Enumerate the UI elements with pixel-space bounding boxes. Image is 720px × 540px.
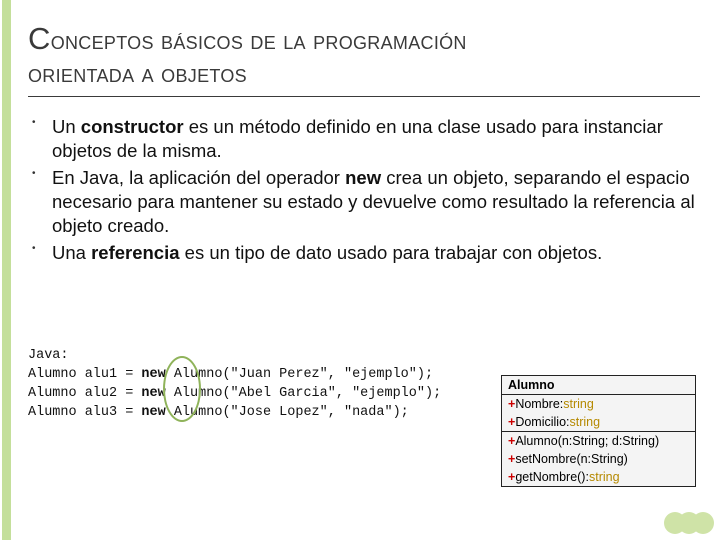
uml-op-ret: string: [589, 470, 620, 484]
uml-op-sig: getNombre(): [515, 470, 585, 484]
uml-attr-type: string: [570, 415, 601, 429]
bullet-text-bold: referencia: [91, 242, 179, 263]
uml-attr-name: Domicilio: [515, 415, 566, 429]
uml-attr-name: Nombre: [515, 397, 559, 411]
uml-class-name: Alumno: [502, 376, 695, 394]
code-line-rhs: Alumno("Abel Garcia", "ejemplo");: [166, 386, 441, 401]
list-item: Una referencia es un tipo de dato usado …: [28, 241, 700, 265]
keyword-new: new: [141, 367, 165, 382]
uml-class-diagram: Alumno +Nombre:string +Domicilio:string …: [501, 375, 696, 487]
title-dropcap: C: [28, 21, 51, 56]
keyword-new: new: [141, 405, 165, 420]
uml-op-row: +getNombre():string: [502, 468, 695, 486]
code-line-rhs: Alumno("Juan Perez", "ejemplo");: [166, 367, 433, 382]
code-line-lhs: Alumno alu1 =: [28, 367, 141, 382]
bullet-text-pre: Un: [52, 116, 81, 137]
code-label: Java:: [28, 348, 69, 363]
uml-attr-row: +Domicilio:string: [502, 413, 695, 431]
uml-op-sig: setNombre(n:String): [515, 452, 628, 466]
bullet-list: Un constructor es un método definido en …: [28, 115, 700, 265]
keyword-new: new: [141, 386, 165, 401]
code-line-rhs: Alumno("Jose Lopez", "nada");: [166, 405, 409, 420]
content-area: Un constructor es un método definido en …: [28, 115, 700, 265]
circle-icon: [692, 512, 714, 534]
code-block: Java: Alumno alu1 = new Alumno("Juan Per…: [28, 347, 441, 423]
uml-op-row: +Alumno(n:String; d:String): [502, 431, 695, 450]
bullet-text-pre: Una: [52, 242, 91, 263]
list-item: Un constructor es un método definido en …: [28, 115, 700, 162]
bullet-text-pre: En Java, la aplicación del operador: [52, 167, 345, 188]
uml-attr-type: string: [563, 397, 594, 411]
code-line-lhs: Alumno alu3 =: [28, 405, 141, 420]
uml-op-row: +setNombre(n:String): [502, 450, 695, 468]
uml-op-sig: Alumno(n:String; d:String): [515, 434, 659, 448]
decor-circles: [672, 512, 714, 534]
title-line1: onceptos básicos de la programación: [51, 27, 467, 55]
bullet-text-post: es un tipo de dato usado para trabajar c…: [180, 242, 603, 263]
title-line2: orientada a objetos: [28, 60, 247, 88]
list-item: En Java, la aplicación del operador new …: [28, 166, 700, 237]
slide-title: Conceptos básicos de la programación ori…: [28, 20, 700, 97]
bullet-text-bold: new: [345, 167, 381, 188]
code-line-lhs: Alumno alu2 =: [28, 386, 141, 401]
bullet-text-bold: constructor: [81, 116, 184, 137]
accent-stripe: [2, 0, 11, 540]
uml-attr-row: +Nombre:string: [502, 394, 695, 413]
